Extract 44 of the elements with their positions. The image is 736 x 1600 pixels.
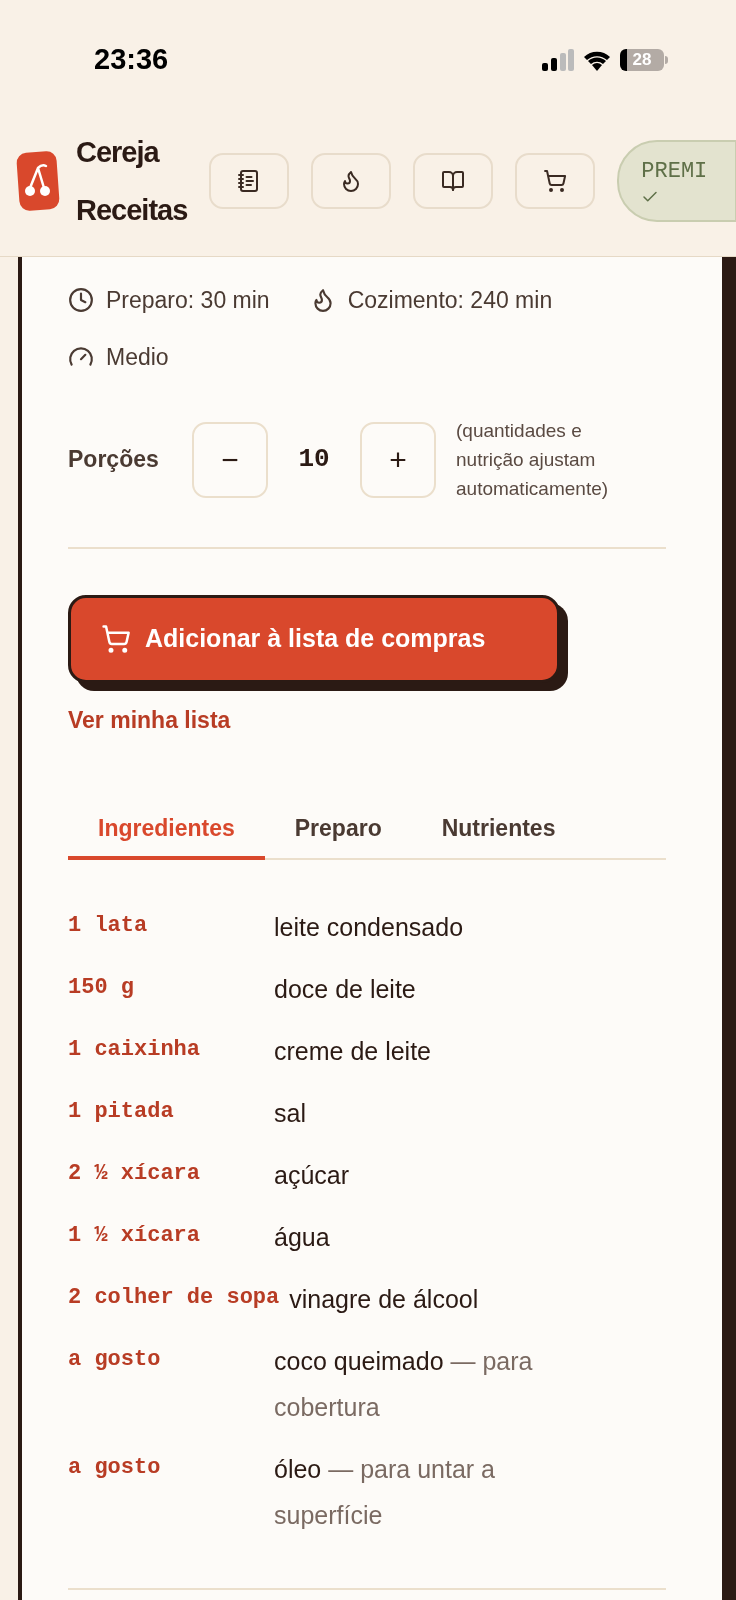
brand-name: Cereja	[76, 134, 161, 170]
increase-button[interactable]: +	[360, 421, 436, 498]
meta-text: Medio	[106, 342, 169, 372]
clock-icon	[68, 287, 94, 314]
ingredient-name: creme de leite	[274, 1035, 433, 1067]
premium-button[interactable]: PREMI	[617, 139, 736, 222]
servings-value: 10	[297, 443, 331, 476]
nav-button[interactable]	[515, 152, 596, 209]
ingredient-name: óleo — para untar a superfície	[274, 1453, 496, 1531]
recipe-tab[interactable]: Ingredientes	[68, 801, 265, 860]
book-icon	[441, 168, 466, 193]
cart-icon	[543, 168, 568, 193]
battery-level: 28	[632, 48, 652, 71]
decrease-button[interactable]: −	[192, 421, 268, 498]
ingredient-quantity: a gosto	[68, 1345, 162, 1374]
signal-icon	[542, 48, 574, 71]
nav-button[interactable]	[209, 152, 290, 209]
ingredient-name: doce de leite	[274, 973, 417, 1005]
ingredient-quantity: 2 ½ xícara	[68, 1159, 202, 1188]
ingredient-quantity: 1 ½ xícara	[68, 1221, 202, 1250]
status-time: 23:36	[94, 41, 169, 77]
ingredient-quantity: 1 caixinha	[68, 1035, 202, 1064]
view-list-link[interactable]: Ver minha lista	[68, 707, 231, 733]
ingredient-quantity: 1 pitada	[68, 1097, 175, 1126]
servings-label: Porções	[68, 445, 160, 475]
ingredient-quantity: 2 colher de sopa	[68, 1283, 281, 1312]
ingredient-name: leite condensado	[274, 911, 465, 943]
ingredient-name: açúcar	[274, 1159, 351, 1191]
ingredient-quantity: 1 lata	[68, 911, 149, 940]
ingredient-name: água	[274, 1221, 331, 1253]
ingredient-quantity: a gosto	[68, 1453, 162, 1482]
ingredient-name: sal	[274, 1097, 307, 1129]
cherry-logo-icon	[16, 149, 60, 212]
servings-hint: (quantidades e nutrição ajustam automaticamente)	[456, 419, 610, 501]
ingredient-name: vinagre de álcool	[289, 1283, 480, 1315]
brand-name: Receitas	[76, 192, 188, 228]
meta-text: Preparo: 30 min	[106, 286, 270, 315]
recipe-tab[interactable]: Nutrientes	[411, 801, 586, 860]
cart-icon	[101, 624, 131, 654]
nav-button[interactable]	[413, 152, 494, 209]
meta-text: Cozimento: 240 min	[347, 286, 553, 315]
recipe-tab[interactable]: Preparo	[264, 801, 412, 860]
ingredient-name: coco queimado — para cobertura	[274, 1345, 534, 1423]
ingredient-quantity: 150 g	[68, 973, 135, 1002]
